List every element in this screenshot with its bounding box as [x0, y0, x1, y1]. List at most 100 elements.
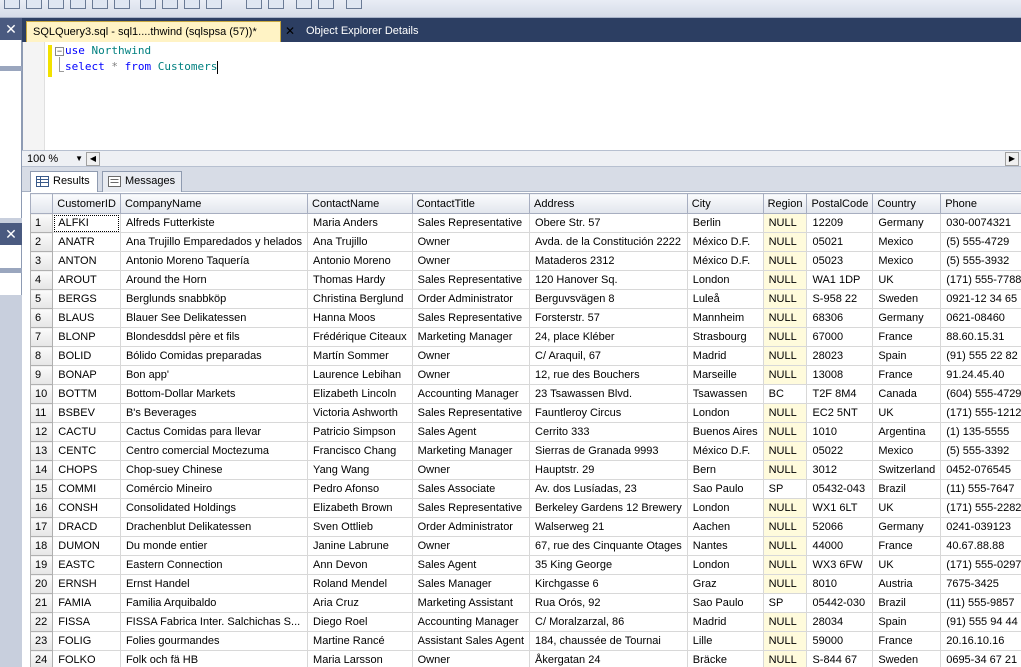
grid-cell[interactable]: NULL — [763, 213, 808, 233]
grid-cell[interactable]: 91.24.45.40 — [940, 365, 1021, 385]
row-number[interactable]: 4 — [30, 270, 54, 290]
table-row[interactable]: 10 BOTTM Bottom-Dollar Markets Elizabeth Li… — [30, 384, 1021, 404]
grid-cell[interactable]: Mataderos 2312 — [529, 251, 688, 271]
grid-cell[interactable]: 030-0074321 — [940, 213, 1021, 233]
close-icon[interactable]: ✕ — [0, 18, 22, 40]
grid-cell[interactable]: Frédérique Citeaux — [307, 327, 413, 347]
grid-cell[interactable]: Blondesddsl père et fils — [120, 327, 309, 347]
tab-messages[interactable]: Messages — [102, 171, 182, 192]
grid-cell[interactable]: Mexico — [872, 441, 942, 461]
code-line-1[interactable]: use Northwind — [65, 44, 151, 57]
grid-cell[interactable]: 40.67.88.88 — [940, 536, 1021, 556]
grid-cell[interactable]: (171) 555-7788 — [940, 270, 1021, 290]
grid-cell[interactable]: 59000 — [806, 631, 874, 651]
table-row[interactable]: 6 BLAUS Blauer See Delikatessen Hanna Moos S… — [30, 308, 1021, 328]
grid-cell[interactable]: S-844 67 — [806, 650, 874, 667]
table-row[interactable]: 23 FOLIG Folies gourmandes Martine Rancé Ass… — [30, 631, 1021, 651]
grid-cell[interactable]: Ann Devon — [307, 555, 413, 575]
grid-cell[interactable]: NULL — [763, 232, 808, 252]
grid-cell[interactable]: Luleå — [687, 289, 764, 309]
row-number[interactable]: 11 — [30, 403, 54, 423]
grid-cell[interactable]: FOLIG — [52, 631, 121, 651]
toolbar-icon[interactable] — [268, 0, 284, 9]
grid-cell[interactable]: 05442-030 — [806, 593, 874, 613]
grid-cell[interactable]: Familia Arquibaldo — [120, 593, 309, 613]
grid-cell[interactable]: WX1 6LT — [806, 498, 874, 518]
grid-cell[interactable]: México D.F. — [687, 251, 764, 271]
grid-cell[interactable]: México D.F. — [687, 232, 764, 252]
grid-cell[interactable]: Around the Horn — [120, 270, 309, 290]
column-header[interactable]: Country — [872, 193, 942, 214]
grid-cell[interactable]: 44000 — [806, 536, 874, 556]
grid-cell[interactable]: (5) 555-3392 — [940, 441, 1021, 461]
grid-cell[interactable]: Accounting Manager — [412, 384, 531, 404]
grid-cell[interactable]: WA1 1DP — [806, 270, 874, 290]
row-number[interactable]: 5 — [30, 289, 54, 309]
grid-cell[interactable]: Lille — [687, 631, 764, 651]
toolbar-icon[interactable] — [70, 0, 86, 9]
grid-cell[interactable]: Du monde entier — [120, 536, 309, 556]
grid-cell[interactable]: (5) 555-4729 — [940, 232, 1021, 252]
grid-cell[interactable]: C/ Araquil, 67 — [529, 346, 688, 366]
grid-cell[interactable]: Sales Representative — [412, 498, 531, 518]
grid-cell[interactable]: Aria Cruz — [307, 593, 413, 613]
grid-cell[interactable]: UK — [872, 555, 942, 575]
grid-cell[interactable]: CACTU — [52, 422, 121, 442]
table-row[interactable]: 14 CHOPS Chop-suey Chinese Yang Wang Owner Ha… — [30, 460, 1021, 480]
grid-cell[interactable]: Sales Agent — [412, 422, 531, 442]
row-number[interactable]: 2 — [30, 232, 54, 252]
grid-cell[interactable]: Sales Agent — [412, 555, 531, 575]
row-number[interactable]: 12 — [30, 422, 54, 442]
column-header[interactable]: City — [686, 193, 764, 214]
grid-cell[interactable]: 23 Tsawassen Blvd. — [529, 384, 688, 404]
grid-cell[interactable]: Blauer See Delikatessen — [120, 308, 309, 328]
row-number[interactable]: 23 — [30, 631, 54, 651]
grid-cell[interactable]: Aachen — [687, 517, 764, 537]
row-number[interactable]: 1 — [30, 213, 54, 233]
grid-cell[interactable]: Drachenblut Delikatessen — [120, 517, 309, 537]
grid-cell[interactable]: (91) 555 94 44 — [940, 612, 1021, 632]
grid-cell[interactable]: London — [687, 498, 764, 518]
grid-cell[interactable]: 12209 — [806, 213, 874, 233]
grid-cell[interactable]: Sales Representative — [412, 308, 531, 328]
grid-cell[interactable]: 184, chaussée de Tournai — [529, 631, 688, 651]
grid-cell[interactable]: Laurence Lebihan — [307, 365, 413, 385]
grid-cell[interactable]: Maria Anders — [307, 213, 413, 233]
grid-cell[interactable]: BOTTM — [52, 384, 121, 404]
grid-cell[interactable]: 28034 — [806, 612, 874, 632]
grid-cell[interactable]: Berguvsvägen 8 — [529, 289, 688, 309]
grid-cell[interactable]: Germany — [872, 308, 942, 328]
grid-cell[interactable]: 7675-3425 — [940, 574, 1021, 594]
grid-cell[interactable]: 0241-039123 — [940, 517, 1021, 537]
grid-cell[interactable]: 3012 — [806, 460, 874, 480]
grid-cell[interactable]: Bólido Comidas preparadas — [120, 346, 309, 366]
query-editor[interactable]: − use Northwind select * from Customers — [22, 42, 1021, 150]
grid-cell[interactable]: London — [687, 555, 764, 575]
grid-cell[interactable]: Bon app' — [120, 365, 309, 385]
table-row[interactable]: 7 BLONP Blondesddsl père et fils Frédérique… — [30, 327, 1021, 347]
grid-cell[interactable]: NULL — [763, 460, 808, 480]
grid-cell[interactable]: SP — [763, 479, 808, 499]
grid-cell[interactable]: T2F 8M4 — [806, 384, 874, 404]
grid-cell[interactable]: Hanna Moos — [307, 308, 413, 328]
row-number[interactable]: 17 — [30, 517, 54, 537]
grid-cell[interactable]: BLONP — [52, 327, 121, 347]
grid-cell[interactable]: Madrid — [687, 346, 764, 366]
grid-cell[interactable]: UK — [872, 270, 942, 290]
row-number[interactable]: 21 — [30, 593, 54, 613]
toolbar-icon[interactable] — [162, 0, 178, 9]
column-header[interactable]: CompanyName — [119, 193, 309, 214]
grid-cell[interactable]: Owner — [412, 346, 531, 366]
table-row[interactable]: 13 CENTC Centro comercial Moctezuma Francis… — [30, 441, 1021, 461]
grid-cell[interactable]: (171) 555-0297 — [940, 555, 1021, 575]
grid-cell[interactable]: 05023 — [806, 251, 874, 271]
grid-cell[interactable]: Owner — [412, 365, 531, 385]
grid-cell[interactable]: FISSA — [52, 612, 121, 632]
grid-cell[interactable]: CONSH — [52, 498, 121, 518]
grid-cell[interactable]: Sierras de Granada 9993 — [529, 441, 688, 461]
grid-cell[interactable]: S-958 22 — [806, 289, 874, 309]
grid-cell[interactable]: Folies gourmandes — [120, 631, 309, 651]
panel-splitter[interactable] — [0, 268, 22, 273]
grid-cell[interactable]: NULL — [763, 365, 808, 385]
grid-cell[interactable]: Marketing Manager — [412, 327, 531, 347]
